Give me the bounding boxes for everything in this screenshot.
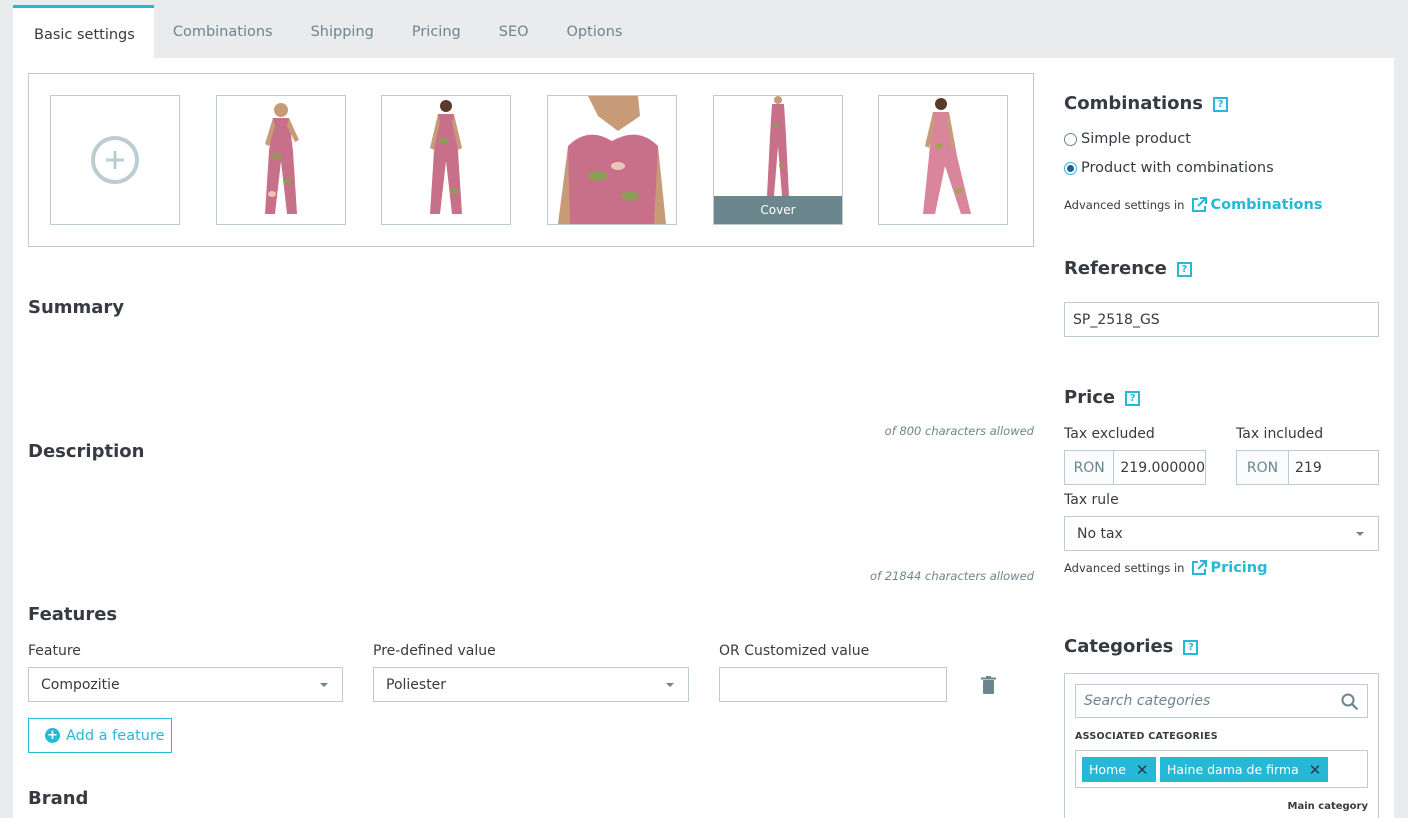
combinations-title-text: Combinations — [1064, 93, 1204, 114]
summary-char-hint: of 800 characters allowed — [884, 424, 1034, 438]
advanced-settings-text: Advanced settings in — [1064, 561, 1185, 575]
predefined-value-label: Pre-defined value — [373, 643, 496, 659]
search-icon[interactable] — [1341, 693, 1359, 711]
combinations-title: Combinations? — [1064, 93, 1229, 114]
price-tax-included-input[interactable]: 219 — [1289, 451, 1322, 484]
currency-label: RON — [1065, 451, 1115, 484]
tax-rule-label: Tax rule — [1064, 492, 1119, 508]
categories-title: Categories? — [1064, 636, 1199, 657]
description-editor[interactable]: of 21844 characters allowed — [28, 569, 1034, 585]
add-feature-button[interactable]: + Add a feature — [28, 718, 172, 753]
help-icon[interactable]: ? — [1125, 391, 1141, 406]
feature-label: Feature — [28, 643, 81, 659]
help-icon[interactable]: ? — [1176, 262, 1192, 277]
caret-down-icon — [320, 683, 328, 687]
close-icon[interactable]: ✕ — [1309, 761, 1322, 779]
categories-box: Search categories ASSOCIATED CATEGORIES … — [1064, 673, 1379, 818]
plus-circle-icon: + — [45, 728, 60, 743]
summary-title: Summary — [28, 297, 125, 318]
tax-included-label: Tax included — [1236, 426, 1324, 442]
features-title: Features — [28, 604, 118, 625]
combinations-link-label: Combinations — [1210, 197, 1323, 213]
add-circle-icon — [91, 136, 139, 184]
price-title: Price? — [1064, 387, 1141, 408]
tab-seo[interactable]: SEO — [480, 5, 548, 58]
add-feature-label: Add a feature — [66, 727, 165, 744]
close-icon[interactable]: ✕ — [1136, 761, 1149, 779]
external-link-icon — [1192, 560, 1208, 575]
tax-excluded-label: Tax excluded — [1064, 426, 1155, 442]
reference-title: Reference? — [1064, 258, 1192, 279]
tab-bar: Basic settings Combinations Shipping Pri… — [13, 5, 641, 58]
category-tag-label: Home — [1089, 762, 1126, 777]
currency-label: RON — [1237, 451, 1289, 484]
custom-value-label: OR Customized value — [719, 643, 870, 659]
category-tag-home: Home ✕ — [1082, 757, 1156, 782]
advanced-settings-text: Advanced settings in — [1064, 198, 1185, 212]
main-category-label: Main category — [1287, 801, 1368, 812]
category-tag-haine-dama: Haine dama de firma ✕ — [1160, 757, 1329, 782]
price-title-text: Price — [1064, 387, 1116, 408]
pricing-link[interactable]: Pricing — [1190, 559, 1268, 577]
predefined-value-select[interactable]: Poliester — [373, 667, 689, 702]
image-gallery: Cover — [28, 73, 1034, 247]
caret-down-icon — [1356, 532, 1364, 536]
help-icon[interactable]: ? — [1213, 97, 1229, 112]
pricing-advanced-settings: Advanced settings in Pricing — [1064, 559, 1268, 577]
reference-title-text: Reference — [1064, 258, 1167, 279]
predefined-value-text: Poliester — [386, 676, 447, 693]
description-char-hint: of 21844 characters allowed — [870, 569, 1034, 583]
categories-title-text: Categories — [1064, 636, 1174, 657]
associated-categories-label: ASSOCIATED CATEGORIES — [1075, 731, 1218, 742]
product-with-combinations-option[interactable]: Product with combinations — [1064, 160, 1274, 176]
help-icon[interactable]: ? — [1183, 640, 1199, 655]
tab-basic-settings[interactable]: Basic settings — [13, 5, 154, 58]
product-image-2[interactable] — [381, 95, 511, 225]
combinations-advanced-settings: Advanced settings in Combinations — [1064, 196, 1322, 214]
feature-select-value: Compozitie — [41, 676, 120, 693]
tab-options[interactable]: Options — [548, 5, 642, 58]
feature-select[interactable]: Compozitie — [28, 667, 343, 702]
radio-simple-product[interactable] — [1064, 132, 1077, 146]
price-tax-excluded-input[interactable]: 219.000000 — [1114, 451, 1205, 484]
caret-down-icon — [666, 683, 674, 687]
combinations-link[interactable]: Combinations — [1190, 196, 1322, 214]
associated-categories-tags: Home ✕ Haine dama de firma ✕ — [1075, 750, 1368, 788]
product-image-1[interactable] — [216, 95, 346, 225]
simple-product-label: Simple product — [1081, 131, 1191, 147]
tax-rule-value: No tax — [1077, 525, 1123, 542]
brand-title: Brand — [28, 788, 89, 809]
description-title: Description — [28, 441, 145, 462]
search-categories-input[interactable]: Search categories — [1075, 684, 1368, 718]
tab-combinations[interactable]: Combinations — [154, 5, 292, 58]
radio-product-with-combinations[interactable] — [1064, 161, 1077, 175]
category-tag-label: Haine dama de firma — [1167, 762, 1299, 777]
tax-rule-select[interactable]: No tax — [1064, 516, 1379, 551]
custom-value-input[interactable] — [719, 667, 947, 702]
pricing-link-label: Pricing — [1210, 560, 1268, 576]
cover-label: Cover — [714, 196, 842, 224]
search-categories-placeholder: Search categories — [1084, 693, 1211, 709]
trash-icon[interactable] — [981, 676, 996, 694]
tab-pricing[interactable]: Pricing — [393, 5, 480, 58]
product-with-combinations-label: Product with combinations — [1081, 160, 1274, 176]
price-tax-included-field[interactable]: RON 219 — [1236, 450, 1379, 485]
tab-shipping[interactable]: Shipping — [292, 5, 393, 58]
external-link-icon — [1192, 197, 1208, 212]
simple-product-option[interactable]: Simple product — [1064, 131, 1191, 147]
price-tax-excluded-field[interactable]: RON 219.000000 — [1064, 450, 1206, 485]
product-image-3[interactable] — [547, 95, 677, 225]
add-image-button[interactable] — [50, 95, 180, 225]
product-image-5[interactable] — [878, 95, 1008, 225]
product-image-cover[interactable]: Cover — [713, 95, 843, 225]
reference-input[interactable]: SP_2518_GS — [1064, 302, 1379, 337]
summary-editor[interactable]: of 800 characters allowed — [28, 424, 1034, 440]
